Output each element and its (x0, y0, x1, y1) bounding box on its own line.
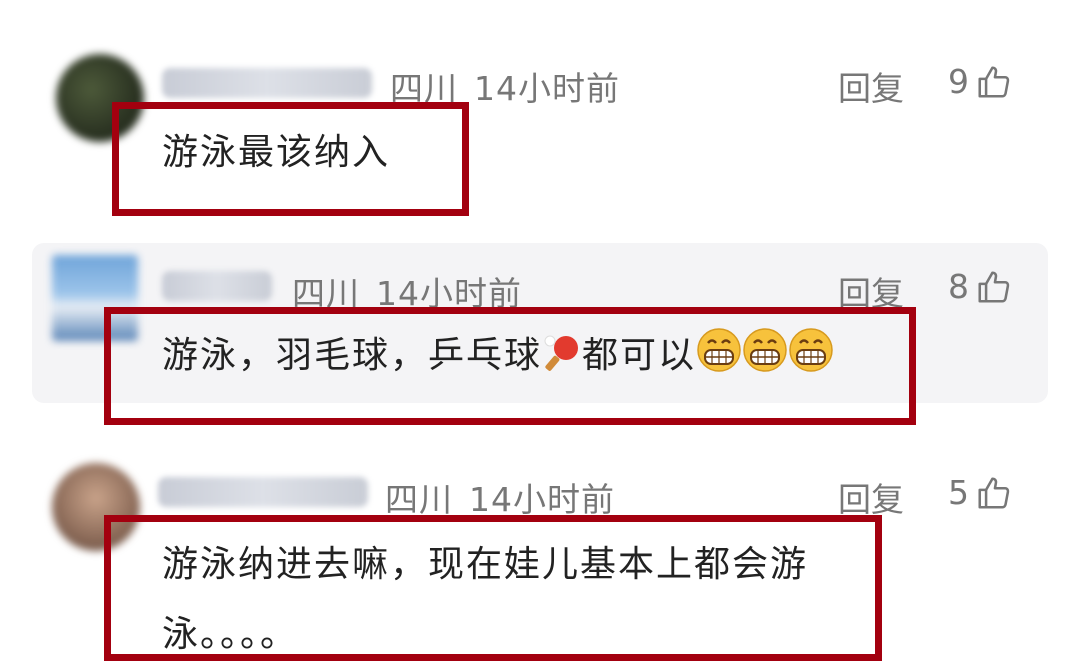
ping-pong-icon (544, 335, 579, 371)
reply-button[interactable]: 回复 (838, 267, 904, 315)
timestamp: 14小时前 (474, 69, 620, 108)
comment-text-part: 游泳，羽毛球，乒乓球 (162, 335, 543, 376)
location-label: 四川 (385, 480, 453, 519)
grinning-face-icon (743, 328, 787, 372)
comment-3: 四川 14小时前 回复 5 游泳纳进去嘛，现在娃儿基本上都会游 泳。。。。 (0, 445, 1080, 669)
reply-button[interactable]: 回复 (838, 62, 904, 110)
comment-meta: 四川 14小时前 (390, 62, 620, 110)
thumbs-up-icon (978, 476, 1010, 509)
location-label: 四川 (292, 274, 360, 313)
username-blurred[interactable] (162, 271, 272, 301)
timestamp: 14小时前 (376, 274, 522, 313)
comment-text-part: 都可以 (582, 335, 697, 376)
avatar[interactable] (52, 255, 138, 341)
reply-button[interactable]: 回复 (838, 473, 904, 521)
username-blurred[interactable] (162, 68, 372, 98)
like-button[interactable]: 5 (948, 473, 1013, 512)
grinning-face-icon (789, 328, 833, 372)
location-label: 四川 (390, 69, 458, 108)
timestamp: 14小时前 (469, 480, 615, 519)
comment-text-line: 泳。。。。 (162, 614, 299, 655)
grinning-face-icon (697, 328, 741, 372)
like-count: 9 (948, 62, 969, 101)
comment-meta: 四川 14小时前 (385, 473, 615, 521)
comment-text: 游泳纳进去嘛，现在娃儿基本上都会游 泳。。。。 (162, 530, 808, 670)
like-count: 5 (948, 473, 969, 512)
avatar[interactable] (52, 463, 140, 551)
avatar[interactable] (56, 54, 144, 142)
like-button[interactable]: 8 (948, 267, 1013, 306)
like-button[interactable]: 9 (948, 62, 1013, 101)
comment-1: 四川 14小时前 回复 9 游泳最该纳入 (0, 40, 1080, 230)
like-count: 8 (948, 267, 969, 306)
thumbs-up-icon (978, 65, 1010, 98)
thumbs-up-icon (978, 270, 1010, 303)
username-blurred[interactable] (158, 477, 368, 507)
comment-meta: 四川 14小时前 (292, 267, 522, 315)
comment-text: 游泳最该纳入 (162, 132, 391, 173)
comment-text: 游泳，羽毛球，乒乓球 都可以 (162, 321, 834, 391)
comment-2: 四川 14小时前 回复 8 游泳，羽毛球，乒乓球 都可以 (0, 243, 1080, 425)
comment-text-line: 游泳纳进去嘛，现在娃儿基本上都会游 (162, 544, 809, 585)
